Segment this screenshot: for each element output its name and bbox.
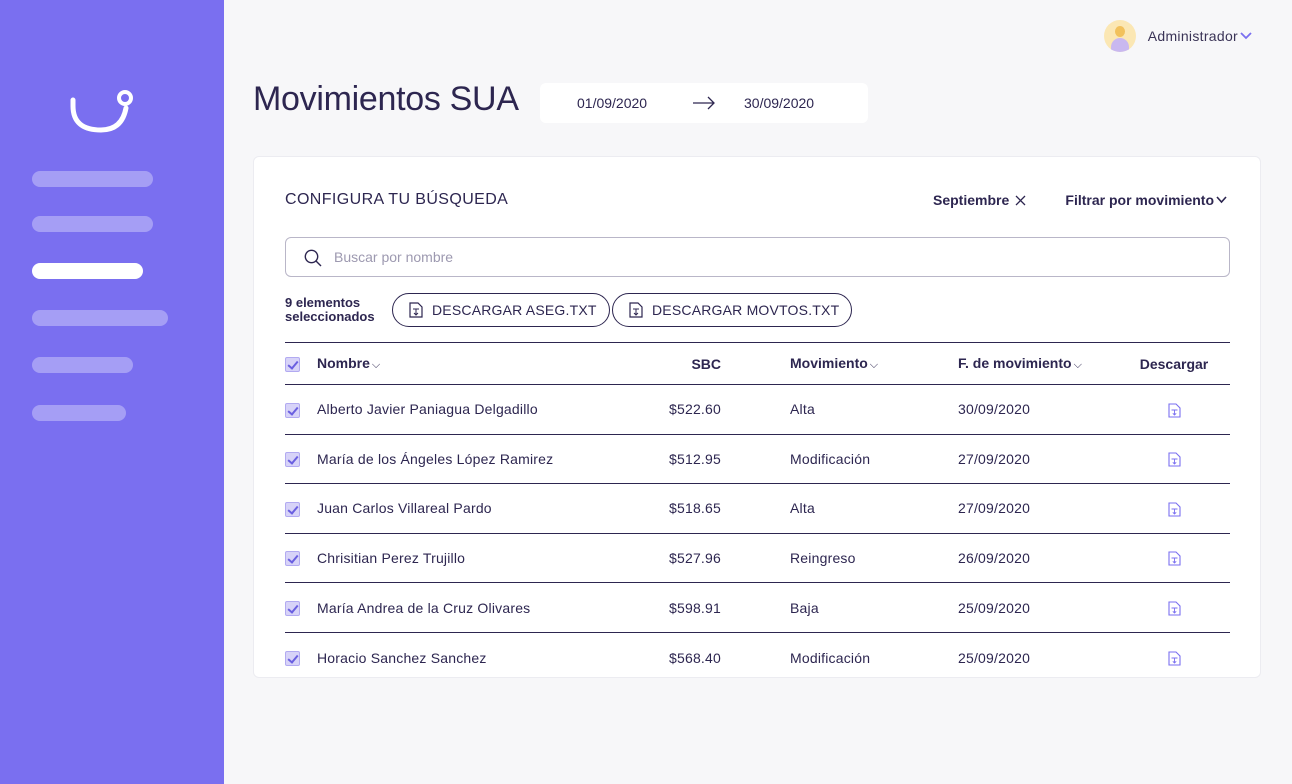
config-title: CONFIGURA TU BÚSQUEDA xyxy=(285,191,509,208)
column-header-movement[interactable]: Movimiento ⌵ xyxy=(790,343,958,385)
sidebar-item-2[interactable] xyxy=(32,216,153,232)
download-movtos-button[interactable]: DESCARGAR MOVTOS.TXT xyxy=(612,293,853,327)
row-movement: Alta xyxy=(790,401,815,418)
row-movement: Alta xyxy=(790,500,815,517)
row-sbc: $518.65 xyxy=(668,500,721,517)
row-movement: Modificación xyxy=(790,649,871,666)
download-file-icon[interactable] xyxy=(1167,599,1181,616)
selected-count-line2: seleccionados xyxy=(285,309,375,324)
row-date: 25/09/2020 xyxy=(958,599,1031,616)
row-sbc: $568.40 xyxy=(668,649,721,666)
row-sbc: $512.95 xyxy=(668,450,721,467)
user-name: Administrador xyxy=(1147,28,1238,44)
row-checkbox[interactable] xyxy=(285,402,300,418)
column-header-sbc: SBC xyxy=(691,355,721,372)
row-name: María Andrea de la Cruz Olivares xyxy=(317,599,531,616)
column-header-date-label: F. de movimiento xyxy=(958,355,1072,371)
row-name: Juan Carlos Villareal Pardo xyxy=(317,500,492,517)
row-name: Alberto Javier Paniagua Delgadillo xyxy=(317,401,538,418)
table-row[interactable]: Horacio Sanchez Sanchez $568.40 Modifica… xyxy=(285,632,1230,682)
row-movement: Baja xyxy=(790,599,819,616)
chevron-down-icon: ⌵ xyxy=(1073,359,1082,371)
chevron-down-icon xyxy=(1216,196,1227,204)
month-filter-chip[interactable]: Septiembre xyxy=(933,192,1026,208)
search-card: CONFIGURA TU BÚSQUEDA Septiembre Filtrar… xyxy=(253,156,1261,678)
table-row[interactable]: Alberto Javier Paniagua Delgadillo $522.… xyxy=(285,385,1230,435)
row-sbc: $527.96 xyxy=(668,550,721,567)
selected-count: 9 elementos seleccionados xyxy=(285,296,375,324)
row-date: 30/09/2020 xyxy=(958,401,1031,418)
row-date: 27/09/2020 xyxy=(958,500,1031,517)
row-checkbox[interactable] xyxy=(285,452,300,468)
row-date: 27/09/2020 xyxy=(958,450,1031,467)
download-movtos-label: DESCARGAR MOVTOS.TXT xyxy=(652,302,840,318)
movement-filter-dropdown[interactable]: Filtrar por movimiento xyxy=(1065,192,1227,208)
column-header-name-label: Nombre xyxy=(317,355,370,371)
txt-file-icon xyxy=(629,302,643,318)
close-icon[interactable] xyxy=(1015,195,1026,206)
movement-filter-label: Filtrar por movimiento xyxy=(1065,192,1214,208)
movements-table: Nombre ⌵ SBC Movimiento ⌵ F. de movimiento… xyxy=(285,342,1230,682)
chevron-down-icon: ⌵ xyxy=(371,359,381,371)
row-movement: Reingreso xyxy=(790,550,856,567)
row-movement: Modificación xyxy=(790,450,871,467)
date-range-picker[interactable]: 01/09/2020 30/09/2020 xyxy=(540,83,868,123)
arrow-right-icon xyxy=(693,96,715,110)
search-box[interactable] xyxy=(285,237,1230,277)
user-menu[interactable]: Administrador xyxy=(1103,20,1252,52)
table-row[interactable]: Juan Carlos Villareal Pardo $518.65 Alta… xyxy=(285,484,1230,534)
column-header-movement-label: Movimiento xyxy=(790,355,868,371)
row-sbc: $522.60 xyxy=(668,401,721,418)
column-header-name[interactable]: Nombre ⌵ xyxy=(317,343,593,385)
end-date[interactable]: 30/09/2020 xyxy=(744,95,814,111)
sidebar-item-1[interactable] xyxy=(32,171,153,187)
column-header-date[interactable]: F. de movimiento ⌵ xyxy=(958,343,1118,385)
table-row[interactable]: María de los Ángeles López Ramirez $512.… xyxy=(285,434,1230,484)
row-checkbox[interactable] xyxy=(285,551,300,567)
row-date: 26/09/2020 xyxy=(958,550,1031,567)
search-input[interactable] xyxy=(334,246,1194,268)
row-name: María de los Ángeles López Ramirez xyxy=(317,450,554,467)
sidebar-item-6[interactable] xyxy=(32,405,126,421)
page-title: Movimientos SUA xyxy=(253,80,519,118)
row-checkbox[interactable] xyxy=(285,501,300,517)
chevron-down-icon[interactable] xyxy=(1240,32,1252,40)
download-aseg-button[interactable]: DESCARGAR ASEG.TXT xyxy=(392,293,610,327)
txt-file-icon xyxy=(409,302,423,318)
column-header-download: Descargar xyxy=(1139,355,1209,372)
sidebar-item-5[interactable] xyxy=(32,357,133,373)
month-filter-label: Septiembre xyxy=(933,192,1010,208)
app-logo[interactable] xyxy=(68,86,136,134)
table-header-row: Nombre ⌵ SBC Movimiento ⌵ F. de movimiento… xyxy=(285,342,1230,385)
sidebar-item-active[interactable] xyxy=(32,263,143,279)
download-file-icon[interactable] xyxy=(1167,550,1181,567)
chevron-down-icon: ⌵ xyxy=(869,359,879,371)
selected-count-line1: 9 elementos xyxy=(285,295,361,310)
sidebar-item-4[interactable] xyxy=(32,310,168,326)
download-file-icon[interactable] xyxy=(1167,500,1181,517)
download-file-icon[interactable] xyxy=(1167,401,1181,418)
row-date: 25/09/2020 xyxy=(958,649,1031,666)
download-aseg-label: DESCARGAR ASEG.TXT xyxy=(432,302,597,318)
row-checkbox[interactable] xyxy=(285,601,300,617)
row-name: Chrisitian Perez Trujillo xyxy=(317,550,466,567)
start-date[interactable]: 01/09/2020 xyxy=(577,95,647,111)
download-file-icon[interactable] xyxy=(1167,450,1181,467)
download-file-icon[interactable] xyxy=(1167,649,1181,666)
row-sbc: $598.91 xyxy=(668,599,721,616)
avatar xyxy=(1103,20,1136,52)
select-all-checkbox[interactable] xyxy=(285,356,300,372)
row-name: Horacio Sanchez Sanchez xyxy=(317,649,487,666)
row-checkbox[interactable] xyxy=(285,650,300,666)
search-icon xyxy=(304,249,322,267)
sidebar xyxy=(0,0,224,784)
table-row[interactable]: María Andrea de la Cruz Olivares $598.91… xyxy=(285,583,1230,633)
table-row[interactable]: Chrisitian Perez Trujillo $527.96 Reingr… xyxy=(285,533,1230,583)
